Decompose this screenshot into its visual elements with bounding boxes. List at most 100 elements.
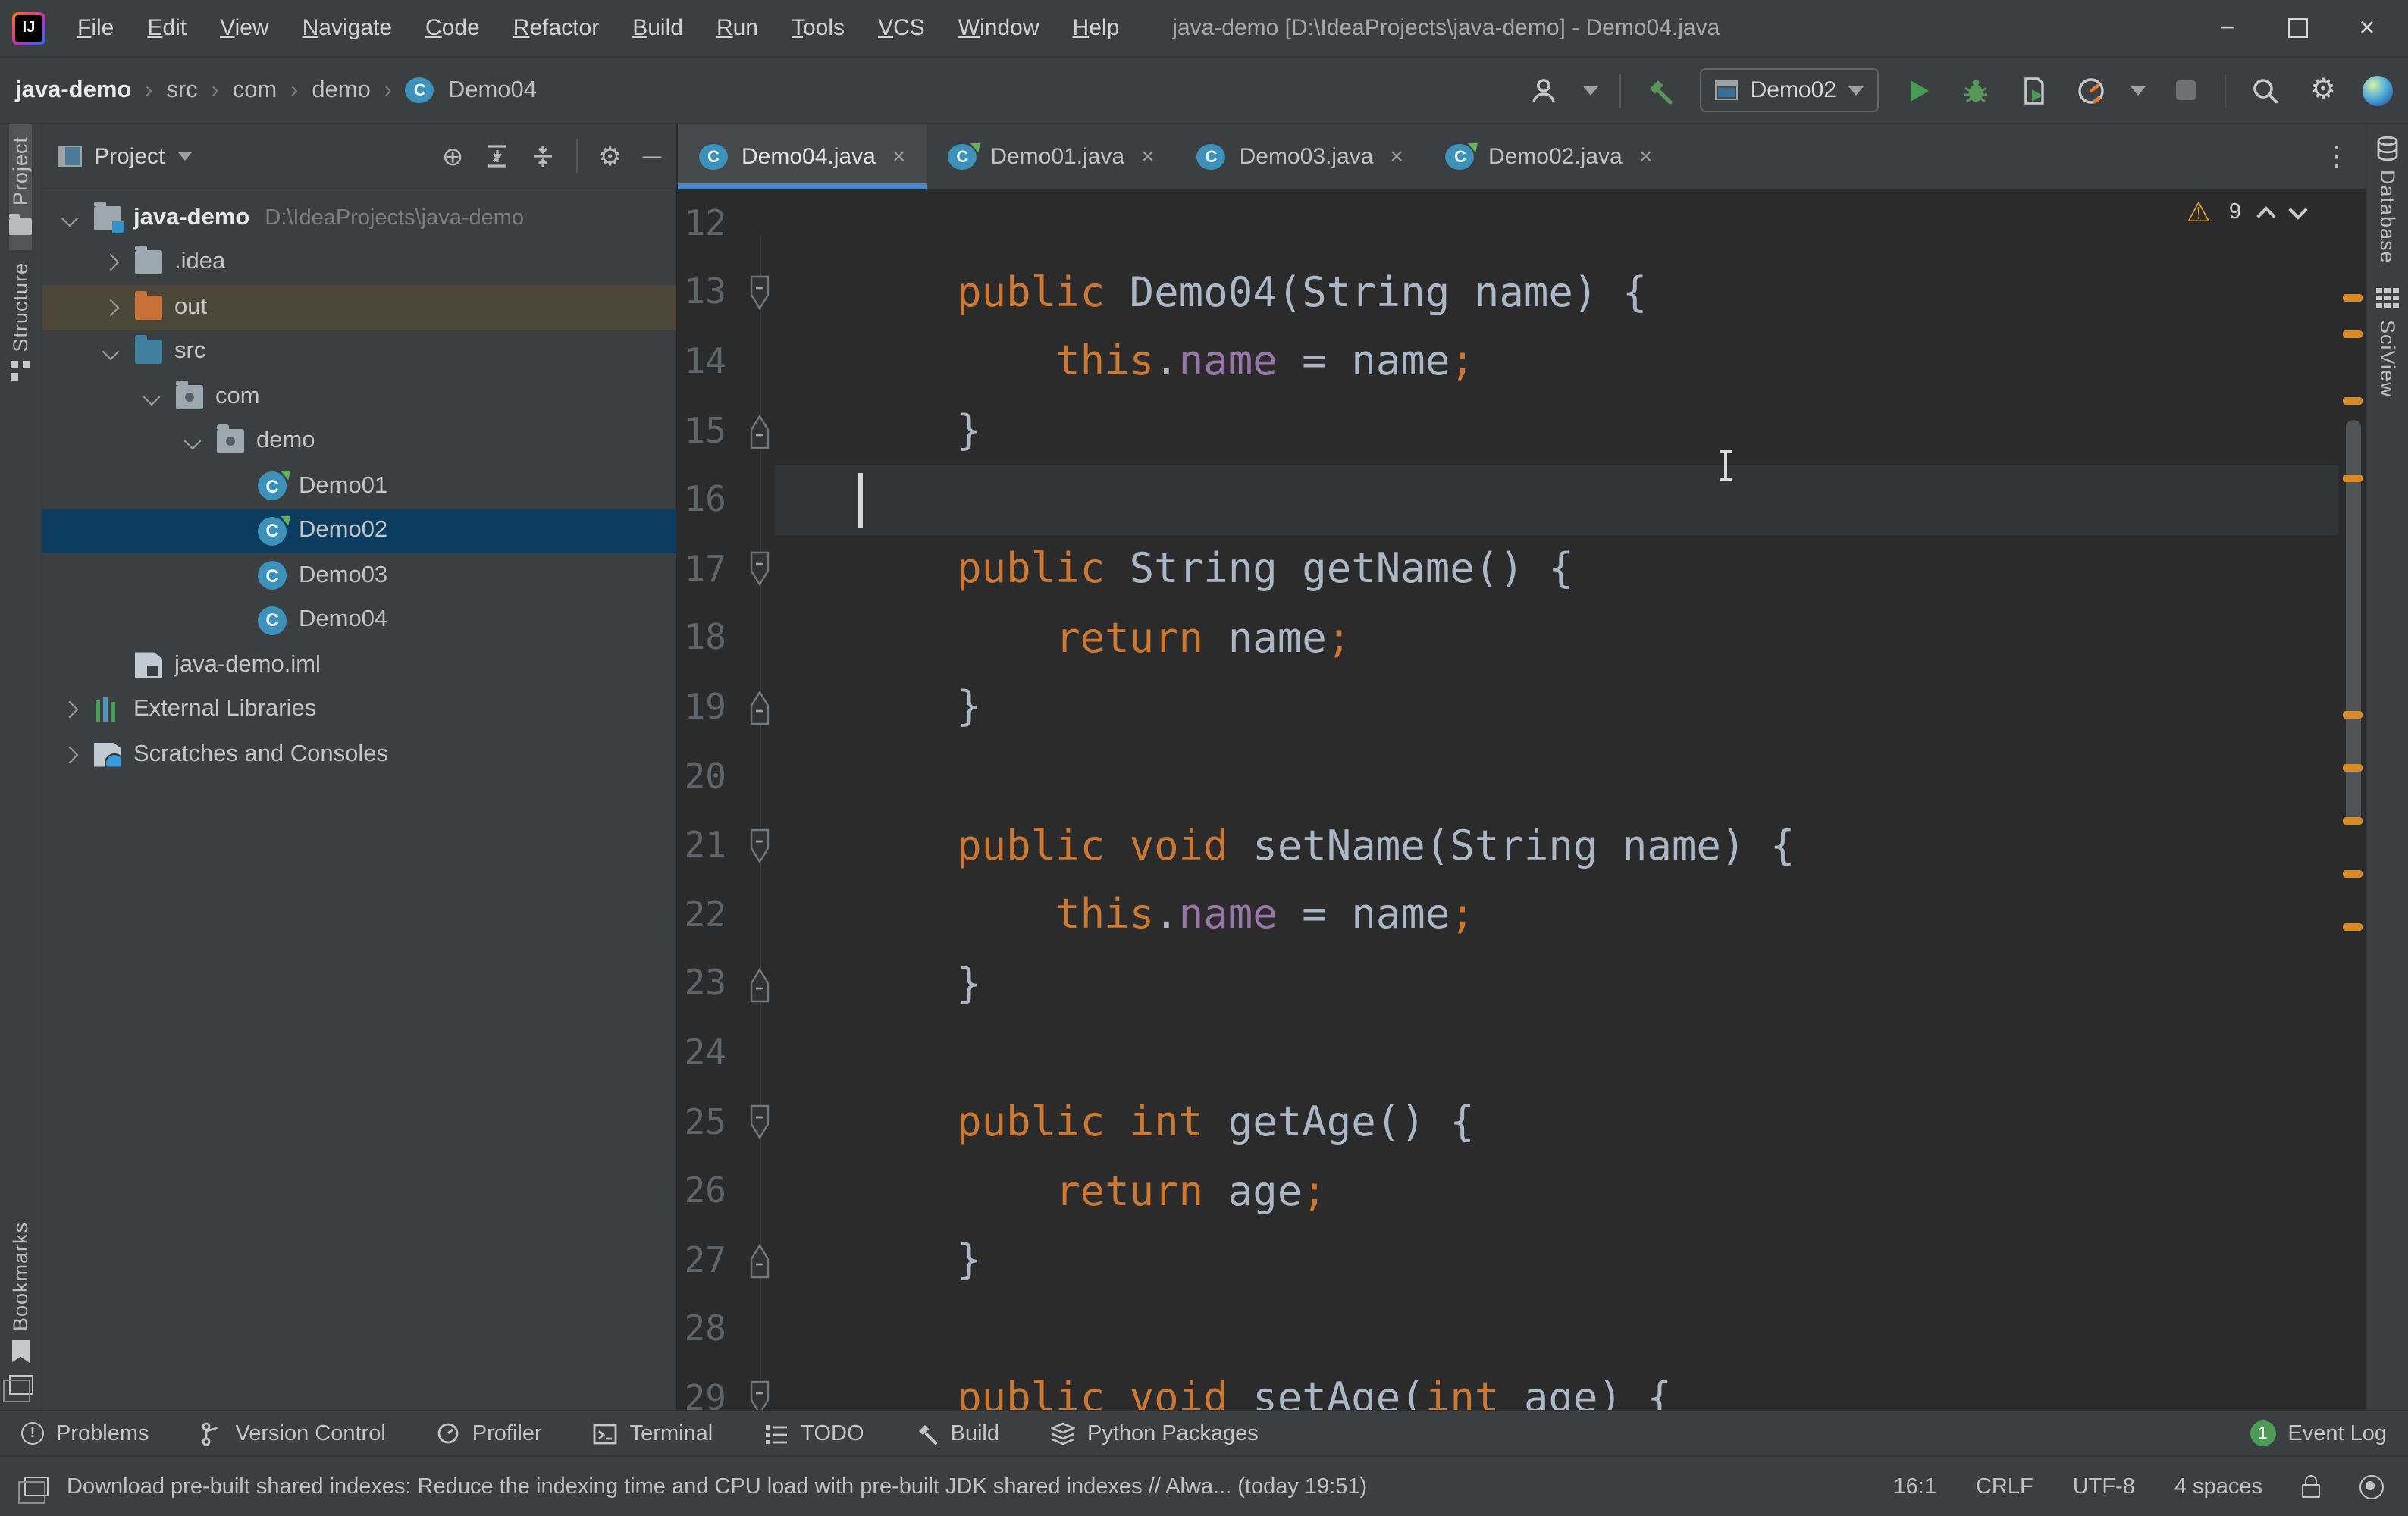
- tool-window-switcher-icon[interactable]: [24, 1477, 49, 1496]
- warning-stripe-mark[interactable]: [2343, 764, 2363, 772]
- menu-item-tools[interactable]: Tools: [778, 9, 858, 47]
- minimize-button[interactable]: −: [2193, 2, 2262, 54]
- tab-close-icon[interactable]: ×: [1639, 144, 1653, 170]
- run-with-coverage-button[interactable]: [2015, 72, 2052, 108]
- panel-settings-gear-icon[interactable]: ⚙: [598, 143, 622, 169]
- profiler-dropdown-icon[interactable]: [2131, 86, 2146, 95]
- menu-item-vcs[interactable]: VCS: [864, 9, 939, 47]
- readonly-lock-icon[interactable]: [2302, 1484, 2320, 1498]
- line-number[interactable]: 20: [678, 757, 745, 797]
- tab-demo01[interactable]: CDemo01.java×: [927, 124, 1175, 190]
- breadcrumb-item-demo[interactable]: demo: [312, 77, 371, 104]
- fold-up-icon[interactable]: [745, 966, 775, 1004]
- tool-window-button-build[interactable]: Build: [916, 1421, 1000, 1446]
- search-everywhere-button[interactable]: [2247, 72, 2284, 108]
- code-line-26[interactable]: 26 return age;: [678, 1157, 2366, 1226]
- tool-window-button-database[interactable]: Database: [2376, 124, 2399, 276]
- caret-position[interactable]: 16:1: [1894, 1474, 1936, 1499]
- tree-item-java-demo[interactable]: java-demoD:\IdeaProjects\java-demo: [42, 196, 676, 240]
- code-line-23[interactable]: 23 }: [678, 950, 2366, 1019]
- menu-item-build[interactable]: Build: [619, 9, 697, 47]
- collapse-all-icon[interactable]: [530, 144, 554, 168]
- menu-item-code[interactable]: Code: [412, 9, 494, 47]
- warning-stripe-mark[interactable]: [2343, 397, 2363, 405]
- tab-demo03[interactable]: CDemo03.java×: [1176, 124, 1425, 190]
- fold-up-icon[interactable]: [745, 412, 775, 450]
- fold-down-icon[interactable]: [745, 1380, 775, 1410]
- tab-demo04[interactable]: CDemo04.java×: [678, 124, 927, 190]
- close-button[interactable]: ×: [2332, 2, 2402, 54]
- event-log-button[interactable]: 1Event Log: [2250, 1420, 2387, 1446]
- code-line-15[interactable]: 15 }: [678, 397, 2366, 466]
- tree-item-src[interactable]: src: [42, 330, 676, 374]
- build-hammer-icon[interactable]: [1643, 72, 1679, 108]
- tree-item-out[interactable]: out: [42, 285, 676, 330]
- error-stripe[interactable]: [2338, 190, 2366, 1410]
- file-encoding[interactable]: UTF-8: [2073, 1474, 2135, 1499]
- tool-window-button-version-control[interactable]: Version Control: [201, 1421, 386, 1446]
- user-account-button[interactable]: [1526, 72, 1563, 108]
- warning-stripe-mark[interactable]: [2343, 711, 2363, 719]
- tab-close-icon[interactable]: ×: [892, 144, 906, 170]
- code-line-27[interactable]: 27 }: [678, 1226, 2366, 1295]
- fold-down-icon[interactable]: [745, 1104, 775, 1142]
- tool-window-button-structure[interactable]: Structure: [9, 249, 32, 393]
- tree-item-demo04[interactable]: CDemo04: [42, 598, 676, 643]
- code-line-19[interactable]: 19 }: [678, 673, 2366, 742]
- code-line-28[interactable]: 28: [678, 1295, 2366, 1364]
- tab-options-kebab-icon[interactable]: ⋮: [2308, 124, 2366, 190]
- fold-up-icon[interactable]: [745, 689, 775, 727]
- code-line-12[interactable]: 12: [678, 190, 2366, 258]
- fold-up-icon[interactable]: [745, 1242, 775, 1280]
- profiler-button[interactable]: [2073, 72, 2109, 108]
- menu-item-window[interactable]: Window: [945, 9, 1053, 47]
- tool-window-button-project[interactable]: Project: [9, 124, 32, 249]
- line-number[interactable]: 13: [678, 274, 745, 313]
- line-number[interactable]: 29: [678, 1380, 745, 1410]
- chevron-down-icon[interactable]: [143, 388, 161, 406]
- tree-item-.idea[interactable]: .idea: [42, 240, 676, 285]
- tool-window-switcher-icon[interactable]: [8, 1375, 33, 1395]
- previous-warning-icon[interactable]: [2256, 205, 2275, 224]
- run-button[interactable]: [1900, 72, 1936, 108]
- code-line-21[interactable]: 21 public void setName(String name) {: [678, 812, 2366, 881]
- code-line-20[interactable]: 20: [678, 743, 2366, 812]
- code-line-16[interactable]: 16: [678, 466, 2366, 535]
- fold-down-icon[interactable]: [745, 274, 775, 312]
- code-line-24[interactable]: 24: [678, 1019, 2366, 1088]
- line-number[interactable]: 17: [678, 550, 745, 590]
- line-number[interactable]: 22: [678, 895, 745, 935]
- select-opened-file-icon[interactable]: ⊕: [442, 143, 464, 169]
- line-number[interactable]: 18: [678, 619, 745, 659]
- menu-item-view[interactable]: View: [206, 9, 283, 47]
- code-line-18[interactable]: 18 return name;: [678, 604, 2366, 673]
- tool-window-button-todo[interactable]: TODO: [764, 1421, 864, 1446]
- tool-window-button-terminal[interactable]: Terminal: [594, 1421, 713, 1446]
- warning-stripe-mark[interactable]: [2343, 817, 2363, 825]
- status-message[interactable]: Download pre-built shared indexes: Reduc…: [67, 1474, 1367, 1499]
- menu-item-help[interactable]: Help: [1059, 9, 1133, 47]
- next-warning-icon[interactable]: [2288, 199, 2307, 218]
- tool-window-button-sciview[interactable]: SciView: [2376, 276, 2399, 410]
- tree-item-demo02[interactable]: CDemo02: [42, 509, 676, 553]
- run-configuration-select[interactable]: Demo02: [1701, 68, 1879, 112]
- tool-window-button-problems[interactable]: !Problems: [21, 1421, 149, 1446]
- line-number[interactable]: 16: [678, 481, 745, 520]
- fold-down-icon[interactable]: [745, 827, 775, 865]
- breadcrumb-item-com[interactable]: com: [233, 77, 277, 104]
- line-number[interactable]: 27: [678, 1241, 745, 1280]
- tree-item-java-demo.iml[interactable]: java-demo.iml: [42, 643, 676, 688]
- line-number[interactable]: 25: [678, 1103, 745, 1142]
- breadcrumb-item-src[interactable]: src: [166, 77, 197, 104]
- menu-item-refactor[interactable]: Refactor: [500, 9, 613, 47]
- code-line-17[interactable]: 17 public String getName() {: [678, 535, 2366, 604]
- tool-window-button-bookmarks[interactable]: Bookmarks: [9, 1210, 32, 1375]
- warning-stripe-mark[interactable]: [2343, 923, 2363, 931]
- menu-item-navigate[interactable]: Navigate: [289, 9, 406, 47]
- line-number[interactable]: 21: [678, 826, 745, 866]
- fold-down-icon[interactable]: [745, 551, 775, 589]
- menu-item-edit[interactable]: Edit: [133, 9, 200, 47]
- tool-window-button-profiler[interactable]: Profiler: [437, 1421, 542, 1446]
- chevron-down-icon[interactable]: [102, 343, 120, 361]
- tree-item-com[interactable]: com: [42, 374, 676, 419]
